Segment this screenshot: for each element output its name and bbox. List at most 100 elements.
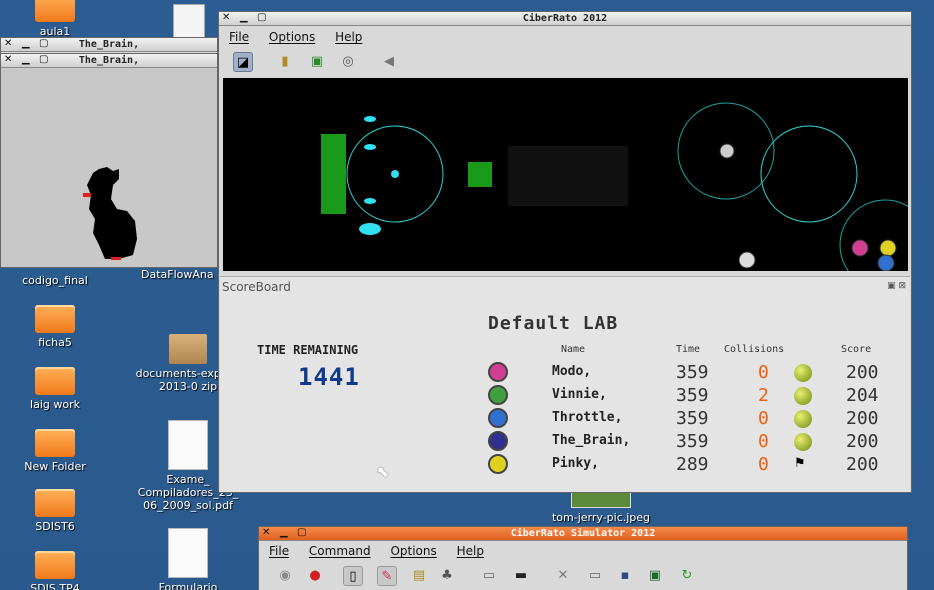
- robot-vinnie: [738, 251, 756, 269]
- desktop-icon-new-folder[interactable]: New Folder: [0, 429, 110, 473]
- brain-window[interactable]: ✕ ▁ ▢ The_Brain,: [0, 53, 218, 268]
- col-collisions-header: Collisions: [724, 344, 785, 355]
- archive-icon: [169, 334, 207, 364]
- robot-name: Vinnie,: [552, 387, 607, 402]
- folder-icon: [35, 429, 75, 457]
- window-controls[interactable]: ✕ ▁ ▢: [222, 12, 269, 23]
- explored-map-shape: [87, 167, 137, 259]
- window-controls[interactable]: ✕ ▁ ▢: [4, 54, 51, 65]
- save-icon[interactable]: ▪: [615, 566, 635, 586]
- panel-controls-icon[interactable]: ▣ ⊠: [887, 281, 906, 291]
- record-icon[interactable]: ●: [305, 566, 325, 586]
- panel-icon[interactable]: ▭: [479, 566, 499, 586]
- folder-icon: [35, 367, 75, 395]
- wall-left: [321, 134, 346, 214]
- robot-avatar-icon: [488, 408, 508, 428]
- robot-score: 200: [846, 454, 879, 475]
- document-icon[interactable]: [173, 4, 205, 40]
- scoreboard-row: Modo, 359 0 200: [220, 361, 910, 384]
- edit-icon[interactable]: ✎: [377, 566, 397, 586]
- ciberrato-menubar: File Options Help: [219, 28, 911, 46]
- stop-icon[interactable]: ◉: [275, 566, 295, 586]
- robot-collisions: 2: [758, 385, 769, 406]
- robot-modo: [851, 239, 869, 257]
- simulator-titlebar[interactable]: ✕ ▁ ▢ CiberRato Simulator 2012: [259, 527, 907, 541]
- folder-icon[interactable]: ▭: [585, 566, 605, 586]
- robot-avatar-icon: [488, 454, 508, 474]
- start-marker: [111, 257, 121, 260]
- desktop-icon-codigo-final[interactable]: codigo_final: [0, 274, 110, 287]
- folder-icon: [35, 551, 75, 579]
- time-remaining-label: TIME REMAINING: [257, 343, 359, 357]
- robot-name: Throttle,: [552, 410, 623, 425]
- robot-name: Modo,: [552, 364, 592, 379]
- simulator-window[interactable]: ✕ ▁ ▢ CiberRato Simulator 2012 File Comma…: [258, 526, 908, 590]
- map-icon[interactable]: ▣: [307, 52, 327, 72]
- col-time-header: Time: [676, 344, 701, 355]
- viewer-icon[interactable]: ▣: [645, 566, 665, 586]
- desktop-icon-sdis-tp4[interactable]: SDIS TP4: [0, 551, 110, 590]
- desktop-icon-laig-work[interactable]: laig work: [0, 367, 110, 411]
- desktop-icon-sdist6[interactable]: SDIST6: [0, 489, 110, 533]
- scoreboard-row: Pinky, 289 0 ⚑ 200: [220, 453, 910, 476]
- robot-avatar-icon: [488, 362, 508, 382]
- ciberrato-titlebar[interactable]: ✕ ▁ ▢ CiberRato 2012: [219, 12, 911, 26]
- menu-file[interactable]: File: [229, 30, 249, 44]
- view-icon[interactable]: ◪: [233, 52, 253, 72]
- robot-collisions: 0: [758, 362, 769, 383]
- scoreboard-row: The_Brain, 359 0 200: [220, 430, 910, 453]
- robot-score: 204: [846, 385, 879, 406]
- beacon-dot: [391, 170, 399, 178]
- folder-icon: [35, 0, 75, 22]
- col-score-header: Score: [841, 344, 872, 355]
- window-controls[interactable]: ✕ ▁ ▢: [4, 38, 51, 49]
- state-ball-icon: [794, 433, 812, 451]
- window-controls[interactable]: ✕ ▁ ▢: [262, 527, 309, 538]
- robot-name: Pinky,: [552, 456, 599, 471]
- document-icon: [168, 420, 208, 470]
- beacon-dot: [364, 198, 376, 204]
- desktop-icon-tom-jerry[interactable]: tom-jerry-pic.jpeg: [546, 490, 656, 524]
- menu-command[interactable]: Command: [309, 544, 371, 558]
- monitor-icon[interactable]: ▬: [511, 566, 531, 586]
- menu-options[interactable]: Options: [269, 30, 315, 44]
- desktop-icon-aula1[interactable]: aula1: [0, 0, 110, 38]
- mouse-cursor-icon: ⬉: [376, 462, 390, 481]
- robots-icon[interactable]: ▮: [275, 52, 295, 72]
- scoreboard-row: Throttle, 359 0 200: [220, 407, 910, 430]
- robot-avatar-icon: [488, 385, 508, 405]
- camera-icon[interactable]: ◎: [338, 52, 358, 72]
- menu-help[interactable]: Help: [335, 30, 362, 44]
- menu-options[interactable]: Options: [390, 544, 436, 558]
- scoreboard-panel: ScoreBoard ▣ ⊠ Default LAB TIME REMAININ…: [220, 276, 910, 492]
- finish-flag-icon: ⚑: [794, 456, 806, 471]
- desktop-icon-ficha5[interactable]: ficha5: [0, 305, 110, 349]
- robot-time: 289: [676, 454, 709, 475]
- folder-icon: [35, 305, 75, 333]
- state-ball-icon: [794, 410, 812, 428]
- simulator-toolbar: ◉ ● ▯ ✎ ▤ ♣ ▭ ▬ ✕ ▭ ▪ ▣ ↻: [259, 563, 907, 589]
- document-icon: [168, 528, 208, 578]
- refresh-icon[interactable]: ↻: [677, 566, 697, 586]
- scoreboard-header: ScoreBoard: [222, 280, 291, 294]
- menu-file[interactable]: File: [269, 544, 289, 558]
- brain-back-titlebar[interactable]: ✕ ▁ ▢ The_Brain,: [1, 38, 217, 52]
- pause-icon[interactable]: ▯: [343, 566, 363, 586]
- state-ball-icon: [794, 364, 812, 382]
- robot-the-brain: [719, 143, 735, 159]
- robot-throttle: [877, 254, 895, 271]
- beacon-dot: [364, 144, 376, 150]
- brain-titlebar[interactable]: ✕ ▁ ▢ The_Brain,: [1, 54, 217, 68]
- folder-icon: [35, 489, 75, 517]
- robot-score: 200: [846, 408, 879, 429]
- robots-icon[interactable]: ♣: [437, 566, 457, 586]
- lock-icon[interactable]: ▤: [409, 566, 429, 586]
- ciberrato-toolbar: ◪ ▮ ▣ ◎ ◀: [219, 49, 911, 75]
- robot-collisions: 0: [758, 408, 769, 429]
- menu-help[interactable]: Help: [457, 544, 484, 558]
- sound-icon[interactable]: ◀: [379, 52, 399, 72]
- tools-icon[interactable]: ✕: [553, 566, 573, 586]
- robot-time: 359: [676, 385, 709, 406]
- desktop-icon-formulario[interactable]: Formulario: [133, 528, 243, 590]
- arena-canvas: [321, 102, 908, 271]
